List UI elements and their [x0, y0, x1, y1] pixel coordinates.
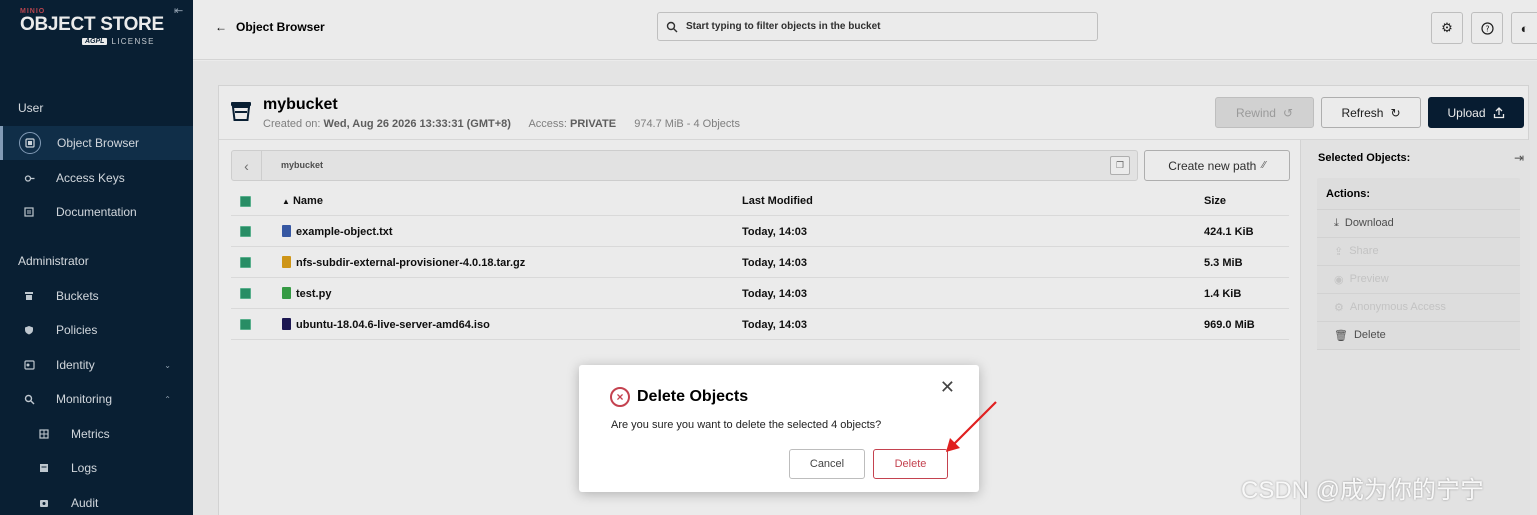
close-icon[interactable]: ✕ [940, 377, 955, 398]
delete-objects-dialog: × Delete Objects ✕ Are you sure you want… [579, 365, 979, 492]
dialog-message: Are you sure you want to delete the sele… [611, 419, 882, 431]
cancel-button[interactable]: Cancel [789, 449, 865, 479]
red-annotation-arrow [946, 401, 997, 452]
confirm-delete-button[interactable]: Delete [873, 449, 948, 479]
watermark: CSDN @成为你的宁宁 [1241, 477, 1485, 504]
error-circle-icon: × [610, 387, 630, 407]
dialog-title: Delete Objects [637, 388, 749, 405]
